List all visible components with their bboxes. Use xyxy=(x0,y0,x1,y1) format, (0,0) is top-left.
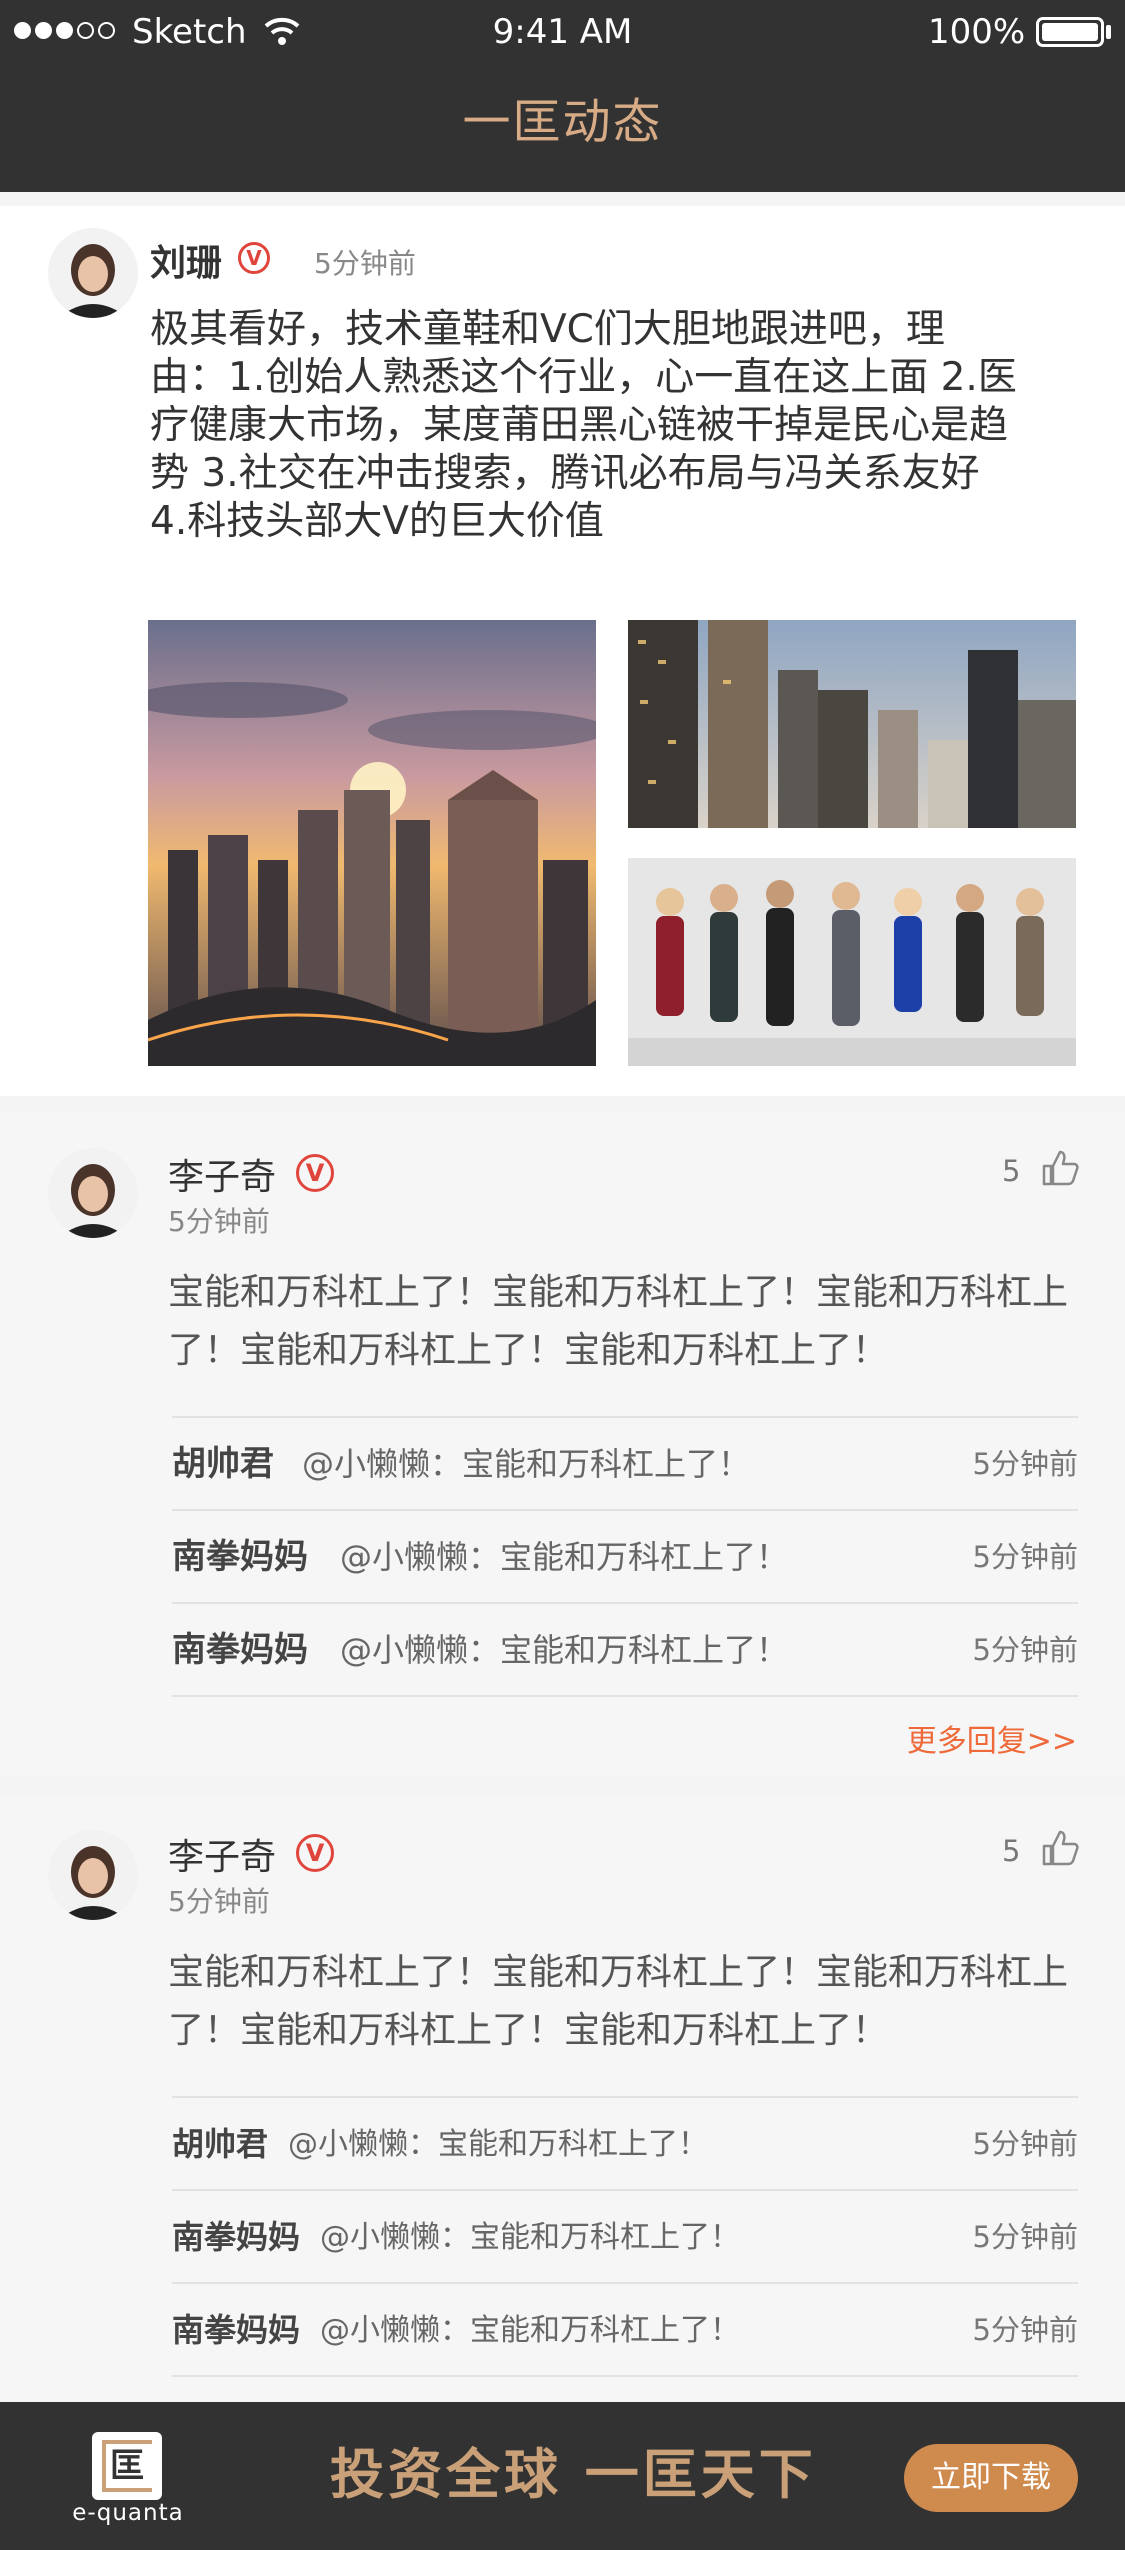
comment-author-name[interactable]: 李子奇 xyxy=(168,1828,276,1880)
post-content: 极其看好，技术童鞋和VC们大胆地跟进吧，理 由：1.创始人熟悉这个行业，心一直在… xyxy=(150,306,1080,546)
like-count: 5 xyxy=(1002,1154,1021,1188)
download-button[interactable]: 立即下载 xyxy=(904,2444,1078,2512)
reply-row[interactable]: 南拳妈妈 @小懒懒：宝能和万科杠上了！ 5分钟前 xyxy=(172,1511,1078,1604)
reply-time: 5分钟前 xyxy=(972,2220,1078,2254)
comment-text: 宝能和万科杠上了！宝能和万科杠上了！宝能和万科杠上 了！宝能和万科杠上了！宝能和… xyxy=(168,1264,1078,1380)
e-quanta-logo-icon: 匡 xyxy=(92,2432,162,2500)
reply-author[interactable]: 南拳妈妈 xyxy=(172,1604,308,1697)
verified-v-icon: V xyxy=(296,1154,334,1192)
like-count: 5 xyxy=(1002,1834,1021,1868)
comment-author-name[interactable]: 李子奇 xyxy=(168,1148,276,1200)
reply-row[interactable]: 胡帅君 @小懒懒：宝能和万科杠上了！ 5分钟前 xyxy=(172,1418,1078,1511)
reply-row[interactable]: 南拳妈妈 @小懒懒：宝能和万科杠上了！ 5分钟前 xyxy=(172,2284,1078,2377)
avatar[interactable] xyxy=(48,1148,138,1238)
post-author-name[interactable]: 刘珊 xyxy=(150,234,222,286)
post-content-line: 疗健康大市场，某度莆田黑心链被干掉是民心是趋 xyxy=(150,403,1009,448)
reply-author[interactable]: 南拳妈妈 xyxy=(172,2191,300,2284)
verified-v-icon: V xyxy=(296,1834,334,1872)
battery-tip xyxy=(1106,25,1111,39)
reply-row[interactable]: 胡帅君 @小懒懒：宝能和万科杠上了！ 5分钟前 xyxy=(172,2098,1078,2191)
status-bar: Sketch 9:41 AM 100% xyxy=(0,0,1125,64)
more-replies-link[interactable]: 更多回复>> xyxy=(907,1716,1077,1760)
reply-time: 5分钟前 xyxy=(972,1540,1078,1574)
battery-icon xyxy=(1036,17,1104,47)
post-content-line: 由：1.创始人熟悉这个行业，心一直在这上面 2.医 xyxy=(150,355,1017,400)
avatar[interactable] xyxy=(48,1830,138,1920)
post-content-line: 极其看好，技术童鞋和VC们大胆地跟进吧，理 xyxy=(150,307,945,352)
comment-text-line: 了！宝能和万科杠上了！宝能和万科杠上了！ xyxy=(168,2010,889,2051)
reply-time: 5分钟前 xyxy=(972,1633,1078,1667)
comment-text-line: 宝能和万科杠上了！宝能和万科杠上了！宝能和万科杠上 xyxy=(168,1272,1069,1313)
reply-row[interactable]: 南拳妈妈 @小懒懒：宝能和万科杠上了！ 5分钟前 xyxy=(172,2191,1078,2284)
reply-time: 5分钟前 xyxy=(972,1447,1078,1481)
reply-author[interactable]: 胡帅君 xyxy=(172,1418,274,1511)
verified-v-icon: V xyxy=(238,242,270,274)
reply-time: 5分钟前 xyxy=(972,2313,1078,2347)
reply-text: @小懒懒：宝能和万科杠上了！ xyxy=(340,1631,789,1669)
reply-text: @小懒懒：宝能和万科杠上了！ xyxy=(288,2127,708,2162)
thumbs-up-icon[interactable] xyxy=(1040,1828,1080,1868)
reply-text: @小懒懒：宝能和万科杠上了！ xyxy=(320,2313,740,2348)
skyscrapers-photo[interactable] xyxy=(628,620,1076,828)
city-sunset-photo[interactable] xyxy=(148,620,596,1066)
group-photo[interactable] xyxy=(628,858,1076,1066)
slogan: 投资全球 一匡天下 xyxy=(330,2443,817,2506)
avatar[interactable] xyxy=(48,228,138,318)
reply-text: @小懒懒：宝能和万科杠上了！ xyxy=(320,2220,740,2255)
comment-time: 5分钟前 xyxy=(168,1205,270,1238)
comment-text-line: 宝能和万科杠上了！宝能和万科杠上了！宝能和万科杠上 xyxy=(168,1952,1069,1993)
reply-row[interactable]: 南拳妈妈 @小懒懒：宝能和万科杠上了！ 5分钟前 xyxy=(172,1604,1078,1697)
post-time: 5分钟前 xyxy=(314,247,416,280)
reply-author[interactable]: 南拳妈妈 xyxy=(172,1511,308,1604)
post-content-line: 4.科技头部大V的巨大价值 xyxy=(150,499,604,544)
reply-author[interactable]: 胡帅君 xyxy=(172,2098,268,2191)
reply-text: @小懒懒：宝能和万科杠上了！ xyxy=(340,1538,789,1576)
battery-percent: 100% xyxy=(928,12,1026,52)
reply-author[interactable]: 南拳妈妈 xyxy=(172,2284,300,2377)
logo-glyph: 匡 xyxy=(110,2446,144,2486)
page-title: 一匡动态 xyxy=(462,94,663,150)
comment-text: 宝能和万科杠上了！宝能和万科杠上了！宝能和万科杠上 了！宝能和万科杠上了！宝能和… xyxy=(168,1944,1078,2060)
reply-time: 5分钟前 xyxy=(972,2127,1078,2161)
comment-time: 5分钟前 xyxy=(168,1885,270,1918)
logo-text: e-quanta xyxy=(72,2500,184,2526)
comment-text-line: 了！宝能和万科杠上了！宝能和万科杠上了！ xyxy=(168,1330,889,1371)
post-content-line: 势 3.社交在冲击搜索，腾讯必布局与冯关系友好 xyxy=(150,451,980,496)
reply-text: @小懒懒：宝能和万科杠上了！ xyxy=(302,1445,751,1483)
thumbs-up-icon[interactable] xyxy=(1040,1148,1080,1188)
